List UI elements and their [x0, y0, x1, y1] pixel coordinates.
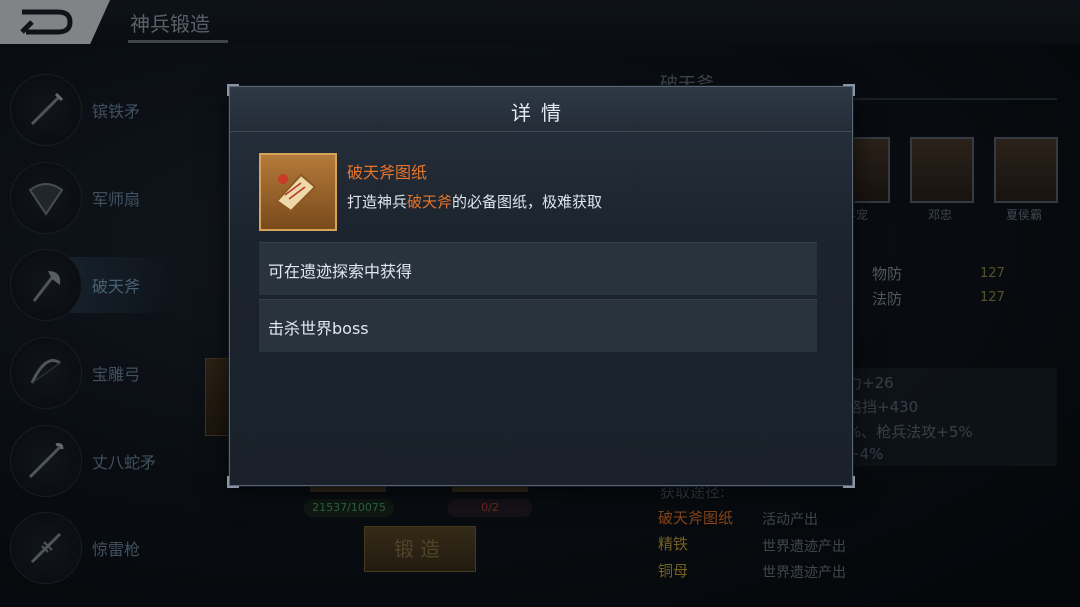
desc-prefix: 打造神兵 — [347, 193, 408, 211]
modal-title: 详情 — [511, 101, 571, 125]
source-text: 可在遗迹探索中获得 — [268, 262, 413, 281]
desc-suffix: 的必备图纸，极难获取 — [452, 193, 603, 211]
scroll-icon — [275, 173, 317, 213]
detail-modal: 详情 破天斧图纸 打造神兵破天斧的必备图纸，极难获取 可在遗迹探索中获得 击杀世… — [227, 84, 855, 488]
item-name: 破天斧图纸 — [347, 163, 428, 182]
desc-highlight: 破天斧 — [407, 193, 453, 211]
modal-header: 详情 — [230, 87, 852, 132]
source-row[interactable]: 击杀世界boss — [259, 299, 817, 352]
item-description: 打造神兵破天斧的必备图纸，极难获取 — [347, 191, 602, 212]
modal-corner — [843, 476, 855, 488]
modal-corner — [227, 476, 239, 488]
source-row[interactable]: 可在遗迹探索中获得 — [259, 242, 817, 295]
blueprint-item — [259, 153, 337, 231]
source-text: 击杀世界boss — [268, 319, 369, 338]
